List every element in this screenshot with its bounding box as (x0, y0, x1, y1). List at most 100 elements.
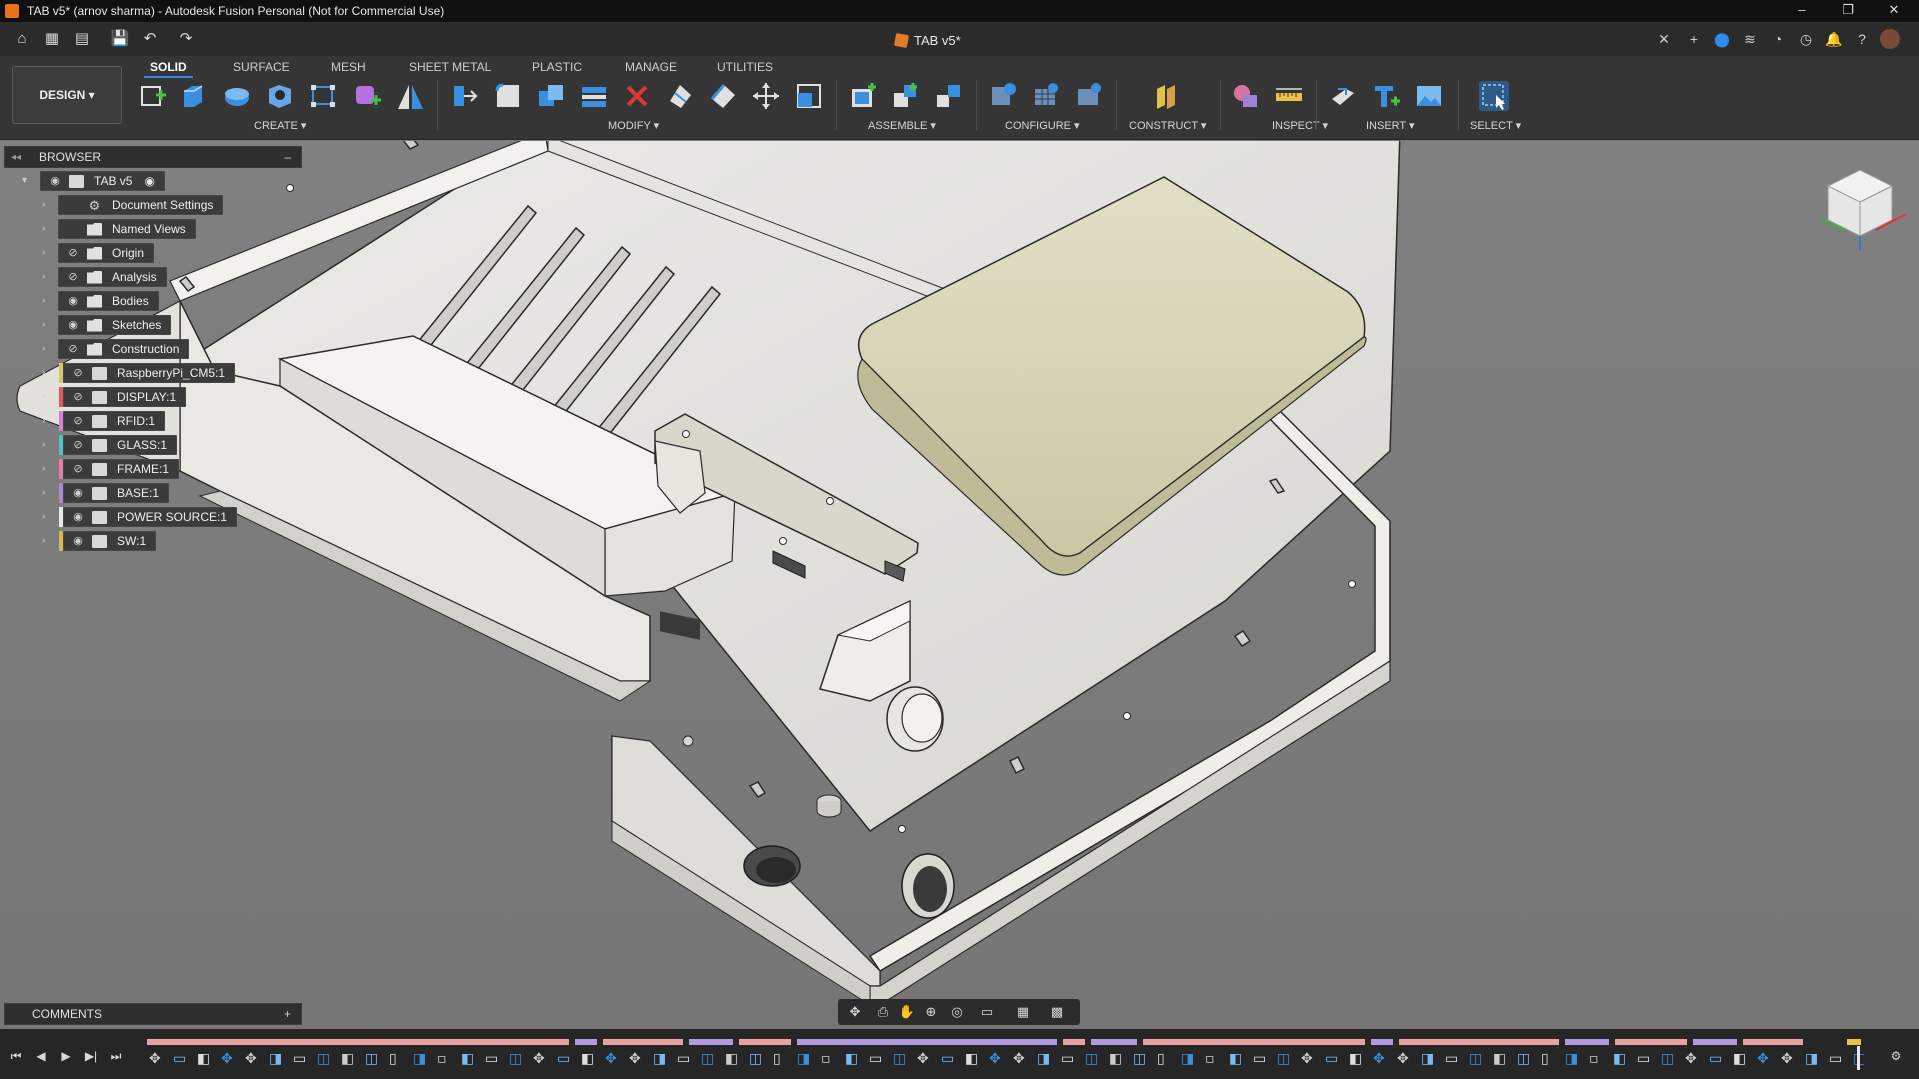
revolve-icon[interactable] (222, 81, 252, 111)
timeline-feature-icon[interactable]: ▭ (869, 1051, 882, 1067)
expand-arrow-icon[interactable]: › (42, 271, 45, 282)
browser-item[interactable]: ⊘ Origin (58, 243, 155, 263)
tab-utilities[interactable]: UTILITIES (717, 58, 773, 76)
timeline-feature-icon[interactable]: ✥ (605, 1051, 617, 1067)
timeline-feature-icon[interactable]: ▯ (1541, 1051, 1549, 1067)
browser-item[interactable]: ⊘ Analysis (58, 267, 167, 287)
timeline-feature-icon[interactable]: ◫ (701, 1051, 714, 1067)
maximize-button[interactable]: ❐ (1825, 0, 1871, 22)
home-icon[interactable]: ⌂ (12, 29, 32, 49)
timeline-feature-icon[interactable]: ▭ (1445, 1051, 1458, 1067)
timeline-settings-icon[interactable]: ⚙ (1888, 1046, 1904, 1066)
as-built-joint-icon[interactable] (934, 81, 964, 111)
expand-arrow-icon[interactable]: › (42, 343, 45, 354)
timeline-feature-icon[interactable]: ◫ (1277, 1051, 1290, 1067)
timeline-feature-icon[interactable]: ▭ (677, 1051, 690, 1067)
timeline-feature-icon[interactable]: ✥ (245, 1051, 257, 1067)
configuration-rules-icon[interactable] (1074, 81, 1104, 111)
visibility-eye-icon[interactable]: ◉ (65, 294, 81, 308)
expand-arrow-icon[interactable]: › (42, 319, 45, 330)
create-sketch-icon[interactable] (138, 81, 168, 111)
timeline-feature-icon[interactable]: ◧ (1349, 1051, 1362, 1067)
timeline-start-icon[interactable]: ⏮ (8, 1046, 24, 1066)
timeline-feature-icon[interactable]: ✥ (1757, 1051, 1769, 1067)
timeline-feature-icon[interactable]: ◧ (725, 1051, 738, 1067)
expand-arrow-icon[interactable]: › (42, 535, 45, 546)
redo-icon[interactable]: ↷ (176, 29, 196, 49)
timeline-feature-icon[interactable]: ✥ (629, 1051, 641, 1067)
history-icon[interactable]: ◷ (1796, 29, 1816, 49)
combine-icon[interactable] (536, 81, 566, 111)
expand-arrow-icon[interactable]: › (42, 391, 45, 402)
browser-item[interactable]: ⊘ FRAME:1 (63, 459, 180, 479)
assemble-menu[interactable]: ASSEMBLE ▾ (868, 119, 936, 132)
timeline-feature-icon[interactable]: ◫ (1469, 1051, 1482, 1067)
browser-item[interactable]: ◉ Bodies (58, 291, 159, 311)
timeline-feature-icon[interactable]: ◧ (341, 1051, 354, 1067)
insert-derive-icon[interactable] (1328, 81, 1358, 111)
insert-text-icon[interactable] (1371, 81, 1401, 111)
tab-surface[interactable]: SURFACE (233, 58, 290, 76)
create-form-icon[interactable] (352, 81, 382, 111)
timeline-feature-icon[interactable]: ▫ (437, 1051, 447, 1067)
timeline-feature-icon[interactable]: ◧ (1733, 1051, 1746, 1067)
configuration-table-icon[interactable] (1031, 81, 1061, 111)
hidden-eye-icon[interactable]: ⊘ (65, 270, 81, 284)
visibility-eye-icon[interactable]: ◉ (47, 174, 63, 188)
timeline-feature-icon[interactable]: ◫ (1517, 1051, 1530, 1067)
data-panel-icon[interactable]: ⬤ (1712, 29, 1732, 49)
notifications-icon[interactable]: 🔔 (1824, 29, 1844, 49)
hidden-eye-icon[interactable]: ⊘ (70, 366, 86, 380)
collapse-panel-icon[interactable]: ◂◂ (11, 152, 25, 163)
timeline-feature-icon[interactable]: ◧ (581, 1051, 594, 1067)
timeline-feature-icon[interactable]: ✥ (1781, 1051, 1793, 1067)
timeline-marker[interactable] (1857, 1046, 1860, 1070)
timeline-feature-icon[interactable]: ▫ (1589, 1051, 1599, 1067)
browser-item[interactable]: ◉ SW:1 (63, 531, 157, 551)
job-status-icon[interactable]: ◔ (1768, 29, 1788, 49)
timeline-feature-icon[interactable]: ✥ (149, 1051, 161, 1067)
hole-icon[interactable] (265, 81, 295, 111)
insert-canvas-icon[interactable] (1414, 81, 1444, 111)
user-avatar[interactable] (1880, 29, 1900, 49)
browser-item[interactable]: ⊘ RaspberryPi_CM5:1 (63, 363, 236, 383)
fit-icon[interactable]: ◎ (948, 1003, 966, 1021)
timeline-feature-icon[interactable]: ✥ (1685, 1051, 1697, 1067)
app-grid-icon[interactable]: ▦ (42, 29, 62, 49)
timeline-feature-icon[interactable]: ◧ (1493, 1051, 1506, 1067)
browser-item[interactable]: ⊘ GLASS:1 (63, 435, 178, 455)
interference-icon[interactable] (1231, 81, 1261, 111)
inspect-menu[interactable]: INSPECT ▾ (1272, 119, 1328, 132)
canvas-viewport[interactable] (0, 141, 1919, 1029)
insert-menu[interactable]: INSERT ▾ (1366, 119, 1415, 132)
close-window-button[interactable]: ✕ (1871, 0, 1917, 22)
timeline-feature-icon[interactable]: ◫ (1085, 1051, 1098, 1067)
timeline-feature-icon[interactable]: ▭ (557, 1051, 570, 1067)
expand-arrow-icon[interactable]: ▾ (22, 175, 27, 186)
timeline-feature-icon[interactable]: ✥ (1301, 1051, 1313, 1067)
timeline-feature-icon[interactable]: ◫ (317, 1051, 330, 1067)
expand-arrow-icon[interactable]: › (42, 511, 45, 522)
help-icon[interactable]: ? (1852, 29, 1872, 49)
browser-header[interactable]: ◂◂ BROWSER – (4, 146, 302, 168)
viewports-icon[interactable]: ▩ (1048, 1003, 1066, 1021)
measure-icon[interactable] (1274, 81, 1304, 111)
browser-item[interactable]: ⊘ RFID:1 (63, 411, 166, 431)
timeline-end-icon[interactable]: ⏭ (108, 1046, 124, 1066)
timeline-feature-icon[interactable]: ▭ (293, 1051, 306, 1067)
orbit-icon[interactable]: ✥ (846, 1003, 864, 1021)
timeline-forward-icon[interactable]: ▶| (83, 1046, 99, 1066)
hidden-eye-icon[interactable]: ⊘ (70, 462, 86, 476)
press-pull-icon[interactable] (450, 81, 480, 111)
look-at-icon[interactable]: ⎙ (874, 1003, 892, 1021)
document-tab[interactable]: TAB v5* (893, 30, 961, 50)
timeline-feature-icon[interactable]: ◧ (461, 1051, 474, 1067)
timeline-feature-icon[interactable]: ▯ (389, 1051, 397, 1067)
scale-icon[interactable] (794, 81, 824, 111)
comments-panel[interactable]: COMMENTS + (4, 1003, 302, 1025)
joint-icon[interactable] (891, 81, 921, 111)
timeline-feature-icon[interactable]: ▭ (941, 1051, 954, 1067)
close-tab-icon[interactable]: ✕ (1654, 29, 1674, 49)
hidden-eye-icon[interactable]: ⊘ (65, 246, 81, 260)
display-settings-icon[interactable]: ▭ (978, 1003, 996, 1021)
